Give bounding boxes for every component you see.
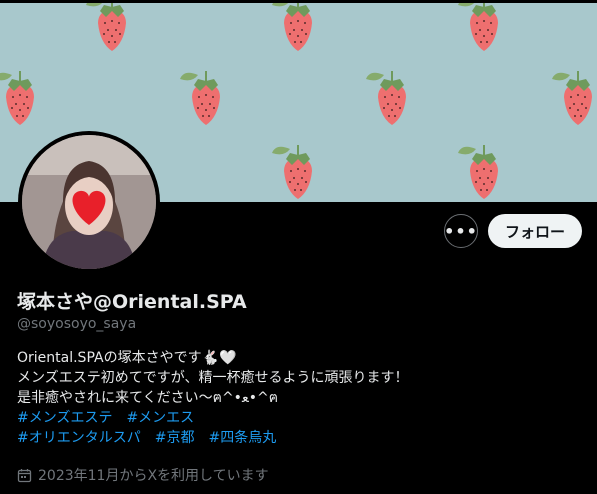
hashtag-row: #メンズエステ #メンエス xyxy=(17,408,408,428)
follow-button[interactable]: フォロー xyxy=(488,214,582,248)
more-button[interactable]: ••• xyxy=(444,214,478,248)
bio-line: Oriental.SPAの塚本さやです🐇🤍 xyxy=(17,350,237,366)
more-icon: ••• xyxy=(444,221,478,241)
joined-date: 2023年11月からXを利用しています xyxy=(17,465,269,485)
joined-text: 2023年11月からXを利用しています xyxy=(38,468,269,484)
user-handle: @soyosoyo_saya xyxy=(17,316,137,332)
hashtag-link[interactable]: #メンエス xyxy=(126,410,194,426)
display-name: 塚本さや@Oriental.SPA xyxy=(17,291,247,313)
hashtag-link[interactable]: #オリエンタルスパ xyxy=(17,430,141,446)
avatar-photo xyxy=(22,135,156,269)
calendar-icon xyxy=(17,468,32,482)
hashtag-link[interactable]: #四条烏丸 xyxy=(208,430,276,446)
hashtag-link[interactable]: #メンズエステ xyxy=(17,410,112,426)
avatar[interactable] xyxy=(18,131,160,273)
bio-line: 是非癒やされに来てください〜ฅ^•ﻌ•^ฅ xyxy=(17,390,279,406)
hashtag-row: #オリエンタルスパ #京都 #四条烏丸 xyxy=(17,428,408,448)
profile-bio: Oriental.SPAの塚本さやです🐇🤍 メンズエステ初めてですが、精一杯癒せ… xyxy=(17,348,408,448)
bio-line: メンズエステ初めてですが、精一杯癒せるように頑張ります！ xyxy=(17,370,409,386)
hashtag-link[interactable]: #京都 xyxy=(155,430,195,446)
